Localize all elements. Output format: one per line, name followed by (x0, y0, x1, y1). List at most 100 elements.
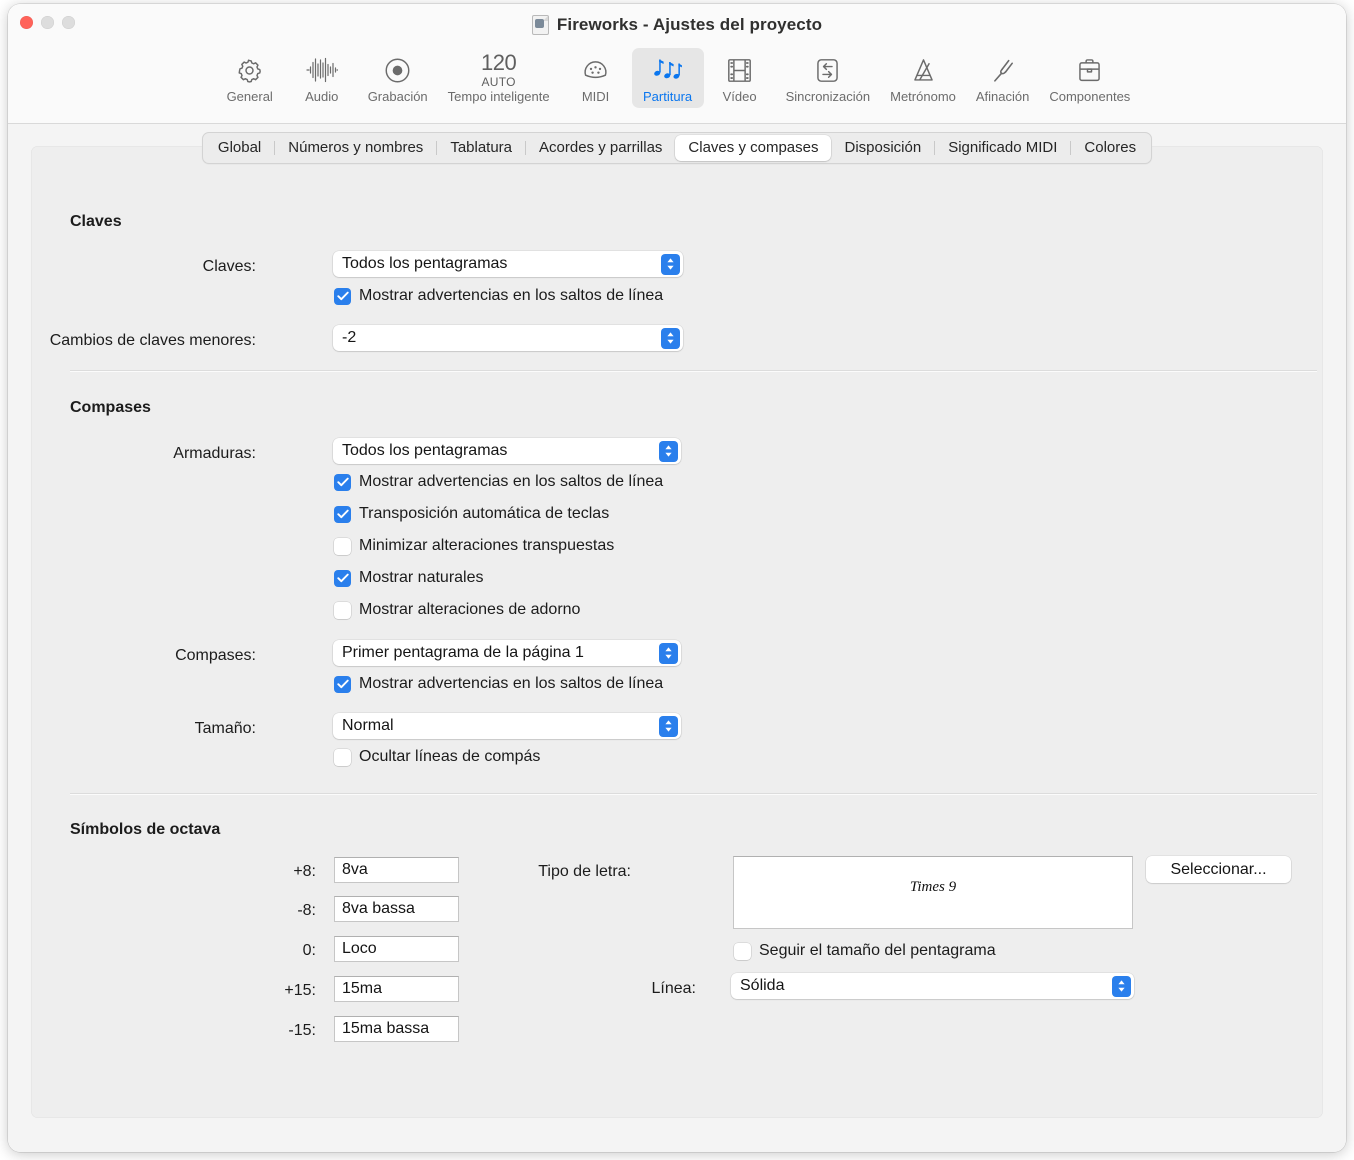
midi-din-icon (582, 53, 609, 87)
checkbox-checked-icon[interactable] (334, 473, 351, 491)
minimize-button[interactable] (41, 16, 54, 29)
toolbar-item-video[interactable]: Vídeo (704, 48, 776, 108)
tab-global[interactable]: Global (205, 135, 274, 161)
tab-colores[interactable]: Colores (1071, 135, 1149, 161)
toolbar-item-general[interactable]: General (214, 48, 286, 108)
label-claves: Claves: (202, 258, 256, 275)
settings-window: Fireworks - Ajustes del proyecto General… (8, 4, 1346, 1152)
tempo-mode: AUTO (481, 75, 516, 89)
sync-arrows-icon (815, 53, 840, 87)
label-linea: Línea: (651, 980, 696, 997)
tab-acordes-y-parrillas[interactable]: Acordes y parrillas (526, 135, 675, 161)
toolbar-label: Afinación (975, 89, 1030, 104)
tamano-select[interactable]: Normal (333, 713, 681, 739)
section-title-simbolos-octava: Símbolos de octava (70, 821, 221, 838)
settings-toolbar: General Audio Grabación 120 AUTO Tempo i… (8, 46, 1346, 124)
music-notes-icon (653, 53, 683, 87)
mostrar-alteraciones-adorno-checkbox-row[interactable]: Mostrar alteraciones de adorno (334, 601, 580, 619)
close-button[interactable] (20, 16, 33, 29)
tab-significado-midi[interactable]: Significado MIDI (935, 135, 1070, 161)
label-octave-plus15: +15: (284, 982, 316, 999)
toolbar-item-afinacion[interactable]: Afinación (966, 48, 1039, 108)
tab-claves-y-compases[interactable]: Claves y compases (675, 135, 832, 161)
toolbar-label: Tempo inteligente (447, 89, 550, 104)
label-tipo-de-letra: Tipo de letra: (538, 863, 631, 880)
claves-warn-checkbox-row[interactable]: Mostrar advertencias en los saltos de lí… (334, 287, 663, 305)
window-title: Fireworks - Ajustes del proyecto (556, 15, 823, 34)
toolbar-item-grabacion[interactable]: Grabación (358, 48, 438, 108)
octave-minus15-input[interactable]: 15ma bassa (334, 1016, 459, 1042)
compases-select[interactable]: Primer pentagrama de la página 1 (333, 640, 681, 666)
divider-compases-octava (70, 793, 1317, 794)
octave-plus15-input[interactable]: 15ma (334, 976, 459, 1002)
toolbar-item-metronomo[interactable]: Metrónomo (880, 48, 966, 108)
checkbox-checked-icon[interactable] (334, 505, 351, 523)
toolbar-label: Partitura (643, 89, 693, 104)
checkbox-checked-icon[interactable] (334, 569, 351, 587)
window-controls (20, 16, 75, 29)
tabbar-wrapper: Global Números y nombres Tablatura Acord… (31, 132, 1323, 164)
checkbox-label: Minimizar alteraciones transpuestas (359, 537, 615, 554)
zoom-button[interactable] (62, 16, 75, 29)
checkbox-checked-icon[interactable] (334, 675, 351, 693)
compases-select-value: Primer pentagrama de la página 1 (342, 644, 584, 661)
tab-numeros-y-nombres[interactable]: Números y nombres (275, 135, 436, 161)
font-preview-box[interactable]: Times 9 (733, 856, 1133, 929)
linea-select[interactable]: Sólida (731, 973, 1134, 999)
toolbar-item-audio[interactable]: Audio (286, 48, 358, 108)
mostrar-naturales-checkbox-row[interactable]: Mostrar naturales (334, 569, 484, 587)
toolbar-label: General (226, 89, 273, 104)
armaduras-warn-checkbox-row[interactable]: Mostrar advertencias en los saltos de lí… (334, 473, 663, 491)
checkbox-checked-icon[interactable] (334, 287, 351, 305)
claves-select[interactable]: Todos los pentagramas (333, 251, 683, 277)
seguir-tamano-pentagrama-checkbox-row[interactable]: Seguir el tamaño del pentagrama (734, 942, 996, 960)
octave-minus8-input[interactable]: 8va bassa (334, 896, 459, 922)
waveform-icon (306, 53, 338, 87)
chevron-updown-icon (1112, 975, 1131, 997)
cambios-claves-menores-value: -2 (342, 329, 357, 346)
armaduras-select[interactable]: Todos los pentagramas (333, 438, 681, 464)
label-octave-zero: 0: (302, 942, 316, 959)
checkbox-unchecked-icon[interactable] (334, 748, 351, 766)
octave-plus8-input[interactable]: 8va (334, 857, 459, 883)
tabbar: Global Números y nombres Tablatura Acord… (201, 132, 1153, 164)
document-icon (531, 15, 549, 35)
window-titlebar: Fireworks - Ajustes del proyecto (8, 4, 1346, 46)
tamano-select-value: Normal (342, 717, 394, 734)
checkbox-label: Mostrar alteraciones de adorno (359, 601, 581, 618)
toolbar-label: Audio (305, 89, 339, 104)
label-cambios-claves-menores: Cambios de claves menores: (49, 332, 256, 349)
label-armaduras: Armaduras: (173, 445, 256, 462)
briefcase-icon (1076, 53, 1103, 87)
tab-disposicion[interactable]: Disposición (831, 135, 934, 161)
tempo-value: 120 (481, 50, 517, 75)
toolbar-item-sincronizacion[interactable]: Sincronización (776, 48, 881, 108)
section-title-compases: Compases (70, 399, 151, 416)
toolbar-item-tempo-inteligente[interactable]: 120 AUTO Tempo inteligente (438, 48, 560, 108)
armaduras-select-value: Todos los pentagramas (342, 442, 508, 459)
film-icon (727, 53, 752, 87)
toolbar-item-midi[interactable]: MIDI (560, 48, 632, 108)
ocultar-lineas-compas-checkbox-row[interactable]: Ocultar líneas de compás (334, 748, 540, 766)
linea-select-value: Sólida (740, 977, 785, 994)
chevron-updown-icon (661, 327, 680, 349)
claves-select-value: Todos los pentagramas (342, 255, 508, 272)
compases-warn-checkbox-row[interactable]: Mostrar advertencias en los saltos de lí… (334, 675, 663, 693)
cambios-claves-menores-select[interactable]: -2 (333, 325, 683, 351)
record-icon (384, 53, 411, 87)
transposicion-automatica-checkbox-row[interactable]: Transposición automática de teclas (334, 505, 609, 523)
divider-claves-compases (70, 370, 1317, 371)
chevron-updown-icon (659, 715, 678, 737)
toolbar-label: Sincronización (785, 89, 871, 104)
select-font-button[interactable]: Seleccionar... (1146, 856, 1291, 883)
octave-zero-input[interactable]: Loco (334, 936, 459, 962)
checkbox-unchecked-icon[interactable] (734, 942, 751, 960)
toolbar-label: Componentes (1049, 89, 1131, 104)
toolbar-item-partitura[interactable]: Partitura (631, 48, 704, 108)
checkbox-unchecked-icon[interactable] (334, 537, 351, 555)
checkbox-unchecked-icon[interactable] (334, 601, 351, 619)
settings-content: Global Números y nombres Tablatura Acord… (8, 124, 1346, 1152)
minimizar-alteraciones-checkbox-row[interactable]: Minimizar alteraciones transpuestas (334, 537, 614, 555)
tab-tablatura[interactable]: Tablatura (437, 135, 525, 161)
toolbar-item-componentes[interactable]: Componentes (1039, 48, 1140, 108)
